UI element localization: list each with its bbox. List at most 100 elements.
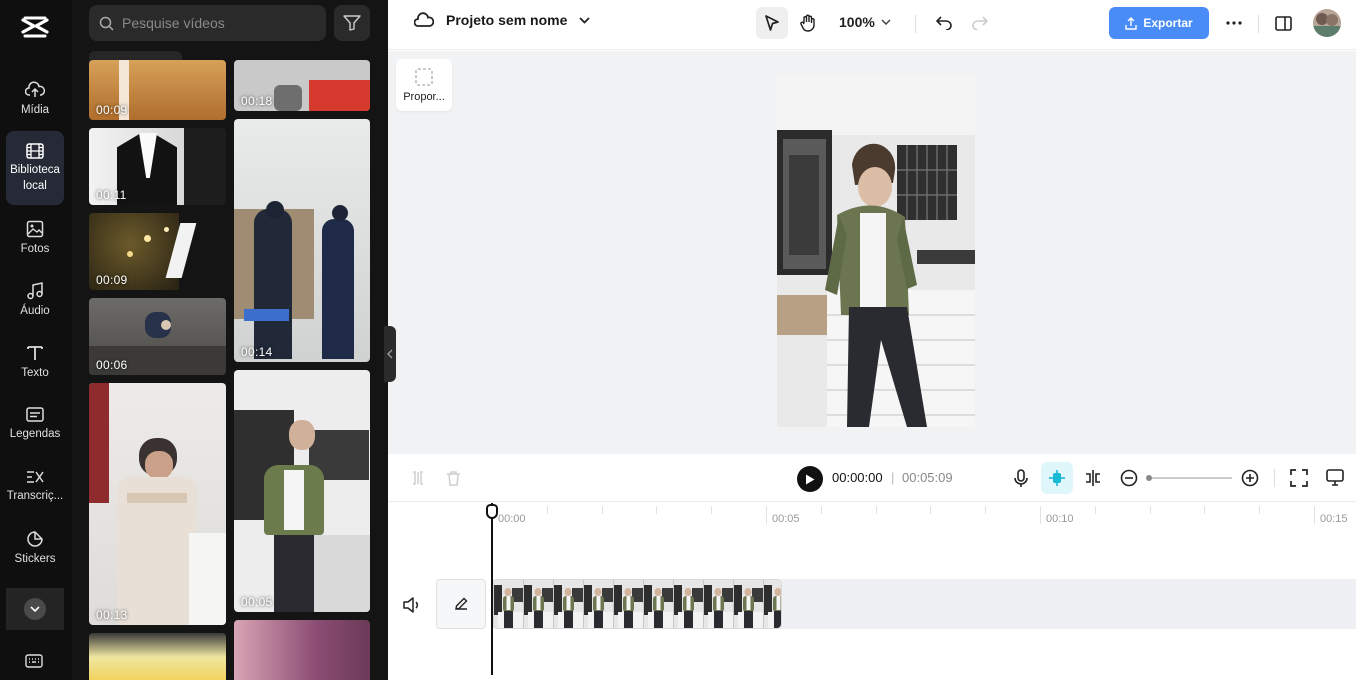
undo-button[interactable] — [928, 7, 960, 39]
microphone-icon[interactable] — [1013, 469, 1029, 488]
hand-tool-button[interactable] — [792, 7, 824, 39]
user-avatar[interactable] — [1313, 9, 1341, 37]
video-thumbnail[interactable]: 00:05 — [234, 370, 370, 612]
split-clip-icon[interactable] — [1084, 469, 1102, 487]
rail-item-transcription[interactable]: Transcriç... — [6, 463, 64, 509]
preview-frame-image — [777, 75, 975, 427]
select-tool-button[interactable] — [756, 7, 788, 39]
ruler-label: 00:10 — [1046, 513, 1074, 525]
ruler-tick — [985, 506, 986, 514]
playhead[interactable] — [491, 503, 493, 675]
timeline[interactable]: 00:00 00:05 00:10 00:15 — [388, 503, 1356, 680]
clip-frame — [734, 580, 764, 628]
aspect-ratio-label: Propor... — [403, 91, 445, 103]
layout-toggle-button[interactable] — [1267, 7, 1299, 39]
video-duration: 00:09 — [96, 273, 128, 287]
panel-collapse-handle[interactable] — [384, 326, 396, 382]
filter-button[interactable] — [334, 5, 370, 41]
video-duration: 00:05 — [241, 595, 273, 609]
more-options-button[interactable] — [1218, 7, 1250, 39]
export-button[interactable]: Exportar — [1109, 7, 1209, 39]
capcut-logo-icon[interactable] — [20, 14, 50, 40]
search-input[interactable] — [122, 15, 312, 31]
split-icon[interactable] — [410, 470, 426, 486]
divider — [1274, 469, 1275, 487]
video-clip[interactable] — [493, 579, 782, 629]
video-thumbnail[interactable]: 00:11 — [89, 128, 226, 205]
rail-item-local-library[interactable]: Biblioteca local — [6, 131, 64, 205]
clip-frame — [614, 580, 644, 628]
ruler-tick — [1095, 506, 1096, 514]
ruler-tick — [656, 506, 657, 514]
cloud-icon — [414, 12, 434, 27]
clip-frame — [674, 580, 704, 628]
video-duration: 00:09 — [96, 103, 128, 117]
rail-item-audio[interactable]: Áudio — [6, 277, 64, 323]
keyboard-icon[interactable] — [25, 654, 43, 668]
project-name: Projeto sem nome — [446, 12, 568, 28]
ruler-tick — [1040, 506, 1041, 514]
play-icon — [806, 474, 815, 484]
ruler-tick — [1204, 506, 1205, 514]
zoom-out-icon[interactable] — [1120, 469, 1138, 487]
rail-item-captions[interactable]: Legendas — [6, 401, 64, 447]
volume-icon[interactable] — [403, 597, 421, 613]
track-edit-button[interactable] — [436, 579, 486, 629]
top-bar: Projeto sem nome 100% Exportar — [388, 0, 1356, 50]
aspect-ratio-icon — [415, 68, 433, 86]
ruler-tick — [821, 506, 822, 514]
media-panel: man walking 00:09 00:11 00:09 00:06 — [72, 0, 388, 680]
clip-frame — [764, 580, 781, 628]
video-thumbnail[interactable]: 00:13 — [89, 383, 226, 625]
playhead-handle[interactable] — [486, 504, 498, 519]
image-icon — [26, 220, 44, 237]
zoom-in-icon[interactable] — [1241, 469, 1259, 487]
timeline-zoom-slider[interactable] — [1148, 477, 1232, 479]
cursor-icon — [765, 15, 779, 31]
zoom-slider-handle[interactable] — [1146, 475, 1152, 481]
cloud-upload-icon — [25, 80, 45, 97]
video-duration: 00:18 — [241, 94, 273, 108]
video-thumbnail[interactable]: 00:06 — [89, 298, 226, 375]
clip-frame — [494, 580, 524, 628]
sticker-icon — [27, 530, 43, 547]
canvas-stage: Propor... — [388, 51, 1356, 454]
redo-button[interactable] — [964, 7, 996, 39]
ruler-label: 00:05 — [772, 513, 800, 525]
video-thumbnail[interactable] — [89, 633, 226, 680]
fullscreen-icon[interactable] — [1290, 469, 1308, 487]
clip-frame — [524, 580, 554, 628]
pencil-icon — [455, 597, 468, 610]
rail-label: Fotos — [20, 242, 50, 255]
ruler-tick — [711, 506, 712, 514]
rail-item-stickers[interactable]: Stickers — [6, 525, 64, 571]
video-thumbnail[interactable]: 00:09 — [89, 213, 226, 290]
project-menu[interactable]: Projeto sem nome — [414, 12, 591, 28]
ruler-tick — [1150, 506, 1151, 514]
chevron-down-icon — [881, 19, 891, 25]
trash-icon[interactable] — [446, 470, 461, 486]
video-thumbnail[interactable] — [234, 620, 370, 680]
rail-item-photos[interactable]: Fotos — [6, 215, 64, 261]
clip-filmstrip — [494, 580, 781, 628]
video-duration: 00:13 — [96, 608, 128, 622]
video-thumbnail[interactable]: 00:18 — [234, 60, 370, 111]
rail-expand-button[interactable] — [6, 588, 64, 630]
export-label: Exportar — [1143, 16, 1193, 30]
play-button[interactable] — [797, 466, 823, 492]
zoom-level: 100% — [839, 14, 875, 30]
magnet-snap-toggle[interactable] — [1041, 462, 1073, 494]
video-editor: Mídia Biblioteca local Fotos Áudio Texto… — [0, 0, 1356, 680]
clip-frame — [644, 580, 674, 628]
rail-item-text[interactable]: Texto — [6, 339, 64, 385]
search-box[interactable] — [89, 5, 326, 41]
video-thumbnail[interactable]: 00:09 — [89, 60, 226, 120]
ruler-tick — [547, 506, 548, 514]
video-preview[interactable] — [777, 75, 975, 427]
ruler-tick — [876, 506, 877, 514]
comment-icon[interactable] — [1326, 469, 1344, 486]
rail-item-media[interactable]: Mídia — [6, 76, 64, 122]
video-thumbnail[interactable]: 00:14 — [234, 119, 370, 362]
zoom-dropdown[interactable]: 100% — [839, 14, 891, 30]
aspect-ratio-button[interactable]: Propor... — [396, 59, 452, 111]
